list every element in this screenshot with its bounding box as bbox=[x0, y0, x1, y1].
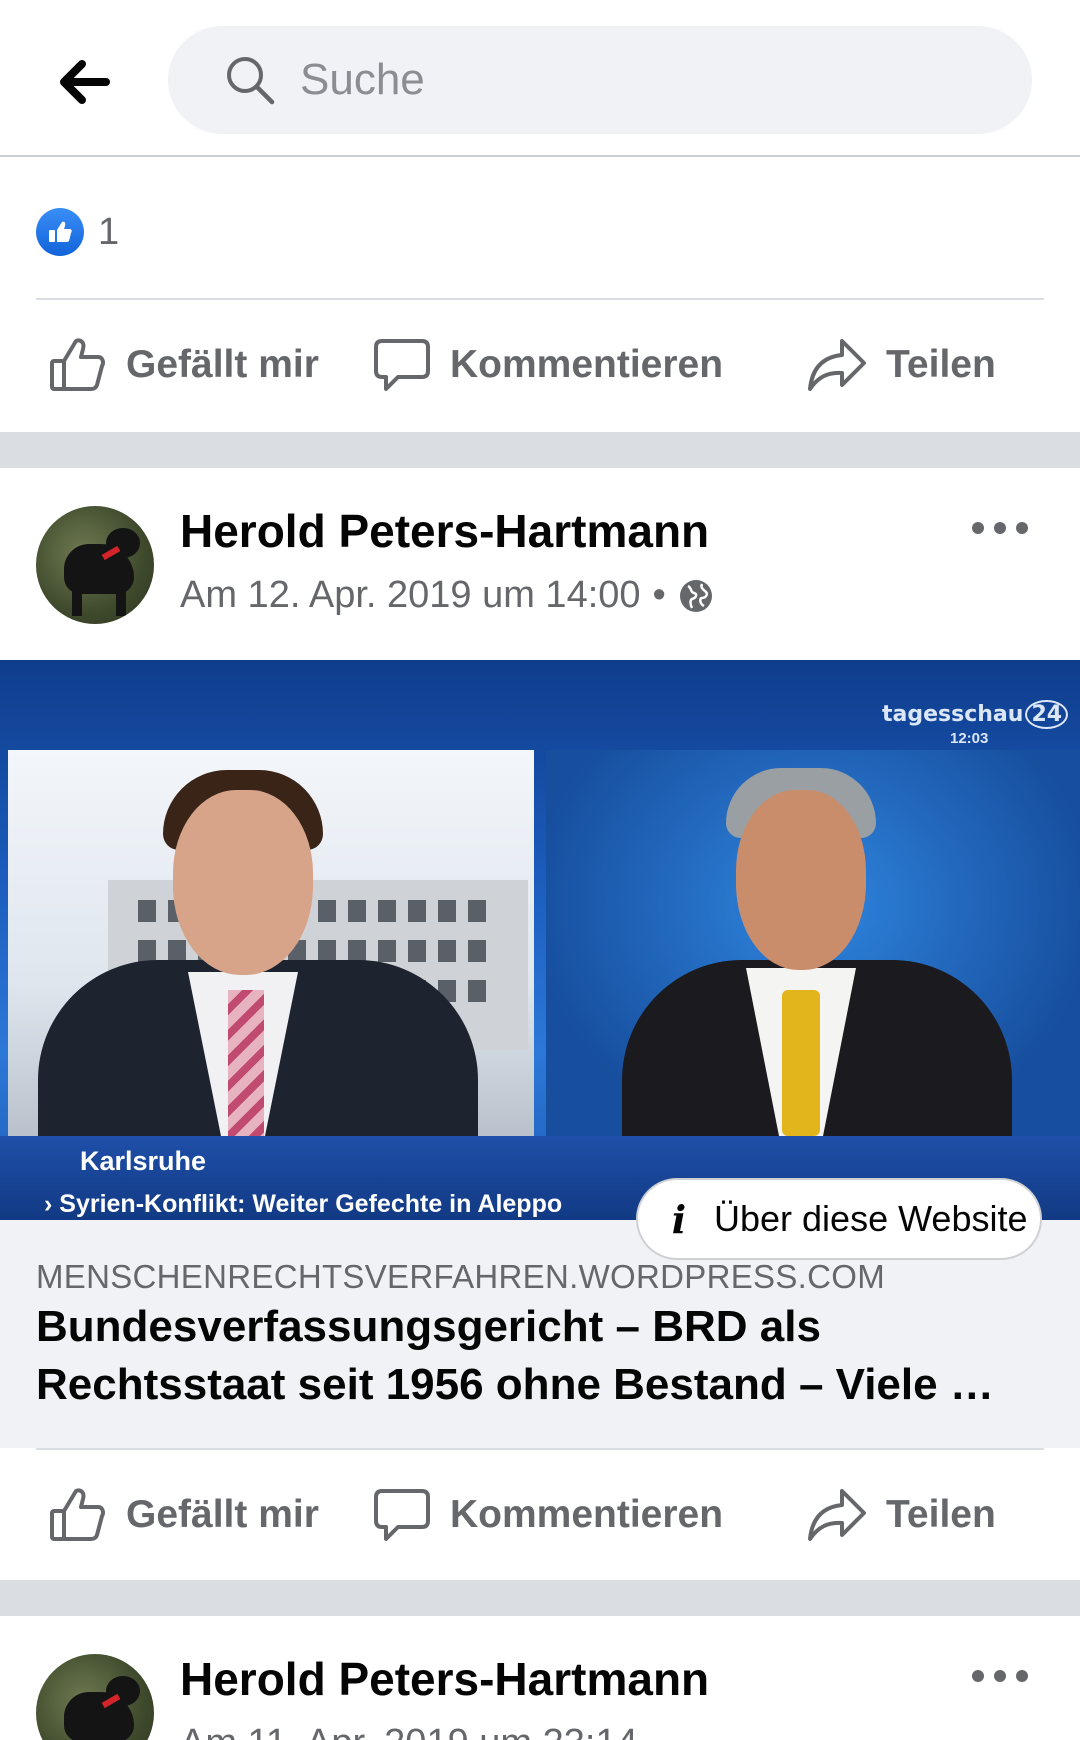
arrow-left-icon bbox=[60, 60, 110, 104]
author-name[interactable]: Herold Peters-Hartmann bbox=[180, 1652, 709, 1706]
globe-icon bbox=[679, 579, 712, 612]
search-icon bbox=[227, 57, 275, 105]
like-label: Gefällt mir bbox=[126, 1493, 319, 1536]
author-name[interactable]: Herold Peters-Hartmann bbox=[180, 504, 709, 558]
reaction-summary[interactable]: 1 bbox=[36, 208, 119, 256]
comment-button[interactable]: Kommentieren bbox=[372, 300, 723, 430]
like-button[interactable]: Gefällt mir bbox=[48, 300, 319, 430]
thumbs-up-icon bbox=[50, 338, 105, 391]
back-button[interactable] bbox=[52, 50, 116, 114]
share-icon bbox=[808, 1489, 866, 1541]
post-timestamp[interactable]: Am 12. Apr. 2019 um 14:00 bbox=[180, 574, 641, 617]
share-button[interactable]: Teilen bbox=[806, 300, 996, 430]
post-action-bar: Gefällt mir Kommentieren Teilen bbox=[0, 300, 1080, 430]
more-dots-icon[interactable] bbox=[972, 1656, 1028, 1696]
search-bar[interactable] bbox=[168, 26, 1032, 134]
post-meta: Am 11. Apr. 2019 um 23:14 bbox=[180, 1722, 638, 1740]
comment-label: Kommentieren bbox=[450, 1493, 724, 1536]
comment-icon bbox=[374, 339, 430, 391]
comment-button[interactable]: Kommentieren bbox=[372, 1450, 723, 1580]
search-input[interactable] bbox=[300, 26, 980, 134]
like-label: Gefällt mir bbox=[126, 343, 319, 386]
share-button[interactable]: Teilen bbox=[806, 1450, 996, 1580]
post-timestamp[interactable]: Am 11. Apr. 2019 um 23:14 bbox=[180, 1722, 638, 1740]
like-icon bbox=[36, 208, 84, 256]
link-domain: MENSCHENRECHTSVERFAHREN.WORDPRESS.COM bbox=[36, 1258, 886, 1295]
meta-separator: • bbox=[652, 574, 666, 616]
feed-separator bbox=[0, 432, 1080, 468]
about-website-button[interactable]: i Über diese Website bbox=[636, 1178, 1042, 1260]
avatar[interactable] bbox=[36, 1654, 154, 1740]
about-website-label: Über diese Website bbox=[714, 1198, 1028, 1239]
share-icon bbox=[808, 339, 866, 391]
post-meta: Am 12. Apr. 2019 um 14:00 • bbox=[180, 574, 714, 617]
link-preview-image[interactable]: tagesschau 24 12:03 Karlsruhe › Syrien-Ko… bbox=[0, 660, 1080, 1220]
share-label: Teilen bbox=[886, 343, 996, 386]
caption-ticker: › Syrien-Konflikt: Weiter Gefechte in Al… bbox=[44, 1190, 563, 1218]
top-bar bbox=[0, 0, 1080, 157]
like-button[interactable]: Gefällt mir bbox=[48, 1450, 319, 1580]
avatar[interactable] bbox=[36, 506, 154, 624]
video-left-panel bbox=[8, 750, 534, 1136]
comment-icon bbox=[374, 1489, 430, 1541]
thumbs-up-icon bbox=[50, 1488, 105, 1541]
more-dots-icon[interactable] bbox=[972, 508, 1028, 548]
post-action-bar: Gefällt mir Kommentieren Teilen bbox=[0, 1450, 1080, 1580]
reaction-count: 1 bbox=[98, 210, 120, 253]
channel-time: 12:03 bbox=[950, 730, 989, 747]
feed-separator bbox=[0, 1580, 1080, 1616]
caption-location: Karlsruhe bbox=[80, 1146, 207, 1176]
channel-logo: tagesschau 24 bbox=[882, 700, 1069, 729]
info-icon: i bbox=[671, 1196, 687, 1242]
comment-label: Kommentieren bbox=[450, 343, 724, 386]
share-label: Teilen bbox=[886, 1493, 996, 1536]
link-title: Bundesverfassungsgericht – BRD als Recht… bbox=[36, 1302, 994, 1409]
video-right-panel bbox=[546, 750, 1080, 1136]
